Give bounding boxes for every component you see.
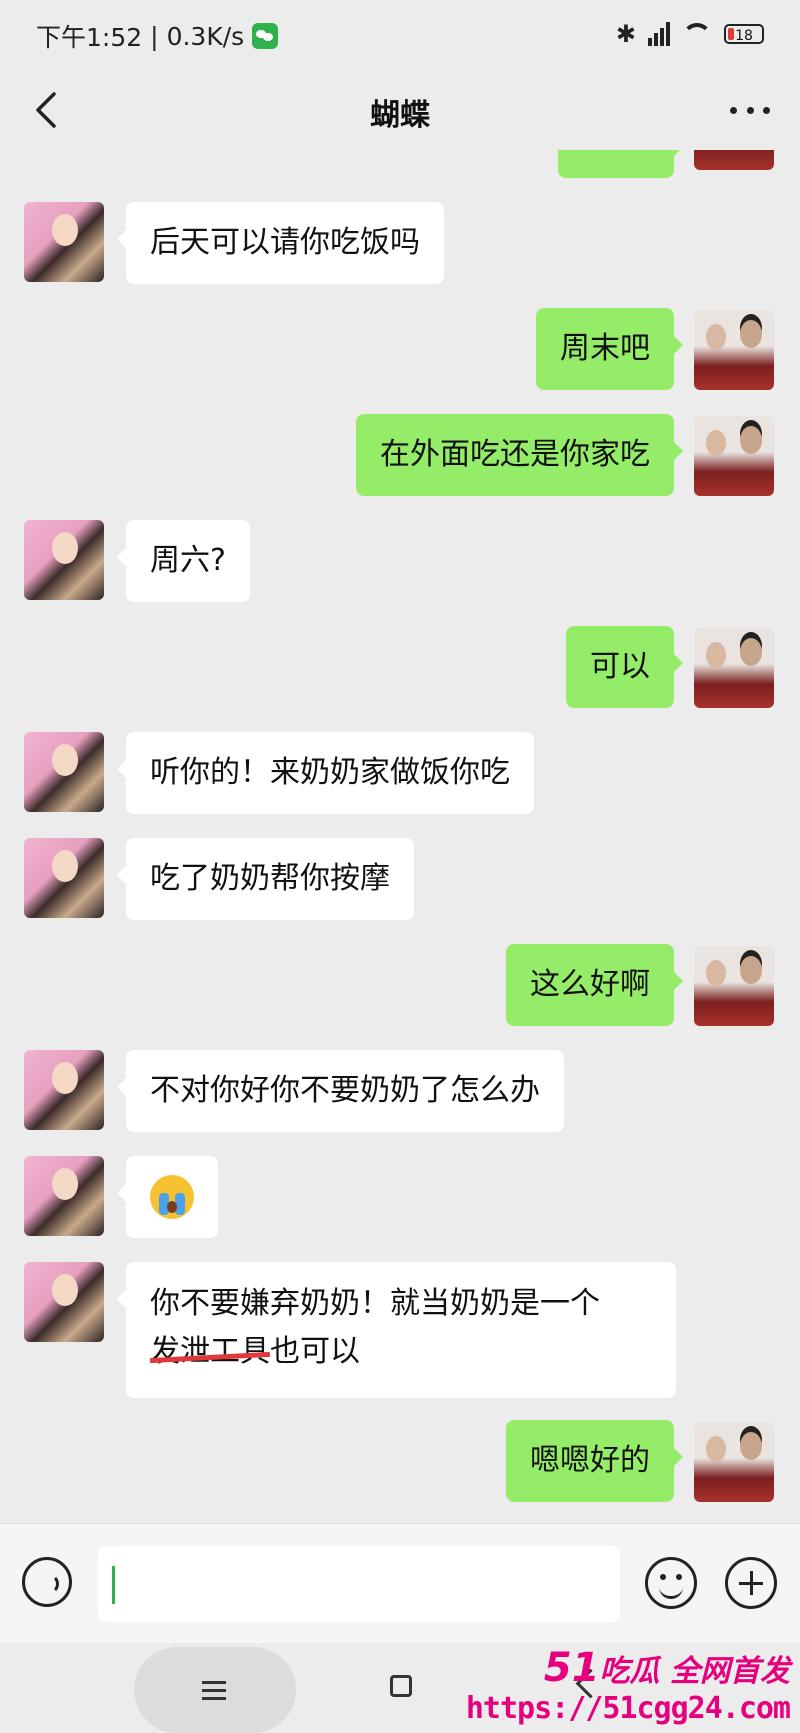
emoji-button-icon[interactable] [645, 1557, 697, 1609]
watermark-number: 51 [543, 1645, 600, 1691]
message-list[interactable]: 后天可以请你吃饭吗 周末吧 在外面吃还是你家吃 周六? 可以 听你的！来奶奶家做… [0, 150, 800, 1523]
nav-menu-button[interactable] [134, 1647, 296, 1733]
contact-avatar[interactable] [24, 202, 104, 282]
wechat-notification-icon [252, 23, 279, 49]
message-bubble-emoji[interactable] [117, 1156, 218, 1238]
my-avatar[interactable] [694, 1422, 774, 1502]
message-text: 嗯嗯好的 [530, 1443, 650, 1478]
message-bubble[interactable]: 嗯嗯好的 [506, 1420, 683, 1502]
page-title: 蝴蝶 [370, 98, 430, 133]
contact-avatar[interactable] [24, 732, 104, 812]
message-text: 不对你好你不要奶奶了怎么办 [150, 1073, 540, 1108]
contact-avatar[interactable] [24, 520, 104, 600]
contact-avatar[interactable] [24, 1262, 104, 1342]
contact-avatar[interactable] [24, 1156, 104, 1236]
message-bubble[interactable]: 在外面吃还是你家吃 [356, 414, 683, 496]
my-avatar[interactable] [694, 628, 774, 708]
status-divider: | [150, 21, 159, 51]
message-bubble-partial[interactable] [558, 150, 683, 178]
message-bubble[interactable]: 听你的！来奶奶家做饭你吃 [117, 732, 534, 814]
message-text: 听你的！来奶奶家做饭你吃 [150, 755, 510, 790]
chat-header: 蝴蝶 [0, 72, 800, 152]
nav-home-icon[interactable] [390, 1675, 412, 1697]
struck-text: 发泄工具 [150, 1334, 270, 1369]
message-text: 后天可以请你吃饭吗 [150, 225, 420, 260]
message-text-line1: 你不要嫌弃奶奶！就当奶奶是一个 [150, 1286, 600, 1321]
my-avatar[interactable] [694, 416, 774, 496]
voice-input-icon[interactable] [22, 1557, 72, 1607]
network-speed: 0.3K/s [166, 21, 245, 51]
message-text: 这么好啊 [530, 967, 650, 1002]
message-bubble[interactable]: 这么好啊 [506, 944, 683, 1026]
status-time: 下午1:52 [36, 23, 143, 52]
watermark-brand: 51吃瓜 全网首发 [544, 1645, 790, 1691]
message-bubble[interactable]: 吃了奶奶帮你按摩 [117, 838, 414, 920]
signal-icon [648, 22, 670, 46]
text-cursor [112, 1566, 115, 1604]
message-text: 可以 [590, 649, 650, 684]
crying-face-icon [150, 1175, 194, 1219]
battery-level: 18 [735, 28, 753, 44]
status-right: ✱ 18 [616, 20, 764, 48]
message-bubble[interactable]: 周末吧 [536, 308, 683, 390]
message-bubble[interactable]: 不对你好你不要奶奶了怎么办 [117, 1050, 564, 1132]
my-avatar[interactable] [694, 310, 774, 390]
message-bubble[interactable]: 周六? [117, 520, 250, 602]
wifi-icon [682, 23, 712, 45]
message-text: 吃了奶奶帮你按摩 [150, 861, 390, 896]
message-input[interactable] [98, 1546, 620, 1622]
message-text: 周末吧 [560, 331, 650, 366]
status-bar: 下午1:52 | 0.3K/s ✱ 18 [0, 0, 800, 72]
status-left: 下午1:52 | 0.3K/s [36, 18, 279, 54]
watermark-slogan: 吃瓜 全网首发 [599, 1654, 790, 1689]
more-options-icon[interactable] [730, 102, 770, 118]
more-functions-plus-icon[interactable] [725, 1557, 777, 1609]
message-text-rest: 也可以 [270, 1334, 360, 1369]
my-avatar[interactable] [694, 946, 774, 1026]
message-text: 周六? [150, 543, 226, 578]
battery-icon: 18 [724, 24, 764, 44]
my-avatar[interactable] [694, 150, 774, 170]
watermark-url: https://51cgg24.com [465, 1691, 791, 1726]
message-bubble[interactable]: 后天可以请你吃饭吗 [117, 202, 444, 284]
contact-avatar[interactable] [24, 838, 104, 918]
bluetooth-icon: ✱ [615, 20, 636, 48]
watermark: 51吃瓜 全网首发 https://51cgg24.com [466, 1645, 800, 1733]
contact-avatar[interactable] [24, 1050, 104, 1130]
message-bubble[interactable]: 你不要嫌弃奶奶！就当奶奶是一个 发泄工具也可以 [117, 1262, 676, 1398]
message-bubble[interactable]: 可以 [566, 626, 683, 708]
message-text: 在外面吃还是你家吃 [380, 437, 650, 472]
input-bar [0, 1523, 800, 1644]
message-text-line2: 发泄工具也可以 [150, 1328, 652, 1376]
